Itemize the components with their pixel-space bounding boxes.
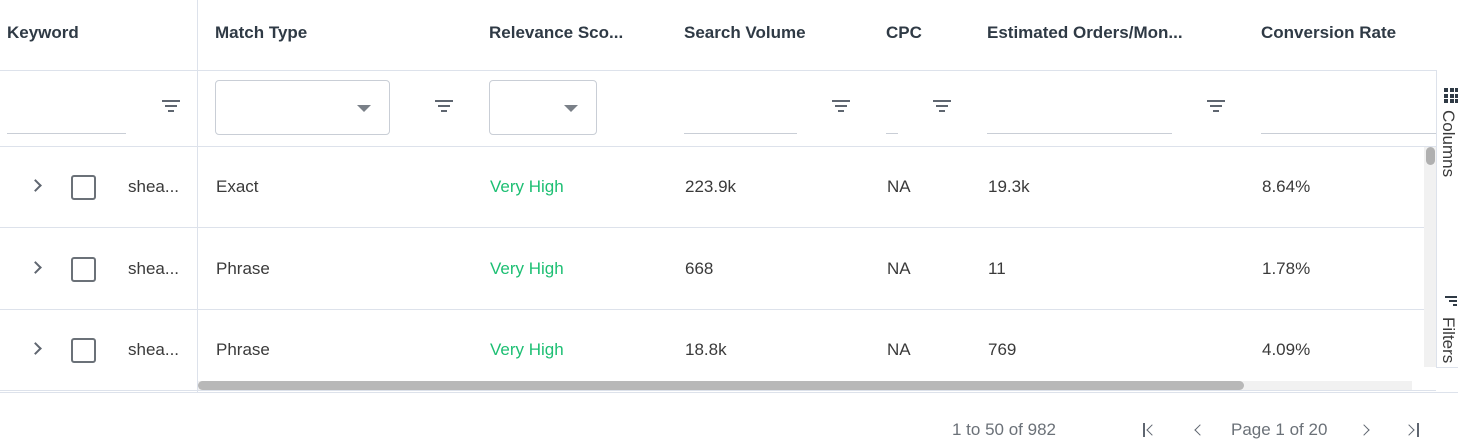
header-conversion-rate[interactable]: Conversion Rate [1261,0,1431,70]
cpc-cell: NA [887,259,911,278]
match-type-cell: Exact [216,177,259,196]
search-volume-filter-input[interactable] [684,71,797,134]
estimated-orders-cell: 19.3k [988,177,1030,196]
header-cpc[interactable]: CPC [886,0,946,70]
next-page-button[interactable] [1358,422,1376,440]
chevron-right-icon[interactable] [29,261,42,274]
row-count-summary: 1 to 50 of 982 [952,420,1056,439]
filters-panel-label: Filters [1439,317,1458,364]
filter-row [0,71,197,147]
table-row: shea... [0,229,197,310]
scrollable-columns: Match Type Relevance Sco... Search Volum… [198,0,1436,392]
next-page-icon [1358,424,1370,436]
previous-page-button[interactable] [1190,422,1208,440]
conversion-rate-cell: 8.64% [1262,177,1311,196]
pagination-bar: 1 to 50 of 982 Page 1 of 20 [0,392,1458,446]
header-row: Keyword [0,0,197,71]
keyword-cell: shea... [128,177,180,196]
search-volume-filter-icon[interactable] [832,100,850,114]
data-grid: Keyword shea... shea... shea... Match Ty… [0,0,1436,392]
conversion-rate-cell: 4.09% [1262,340,1311,359]
pinned-keyword-column: Keyword shea... shea... shea... [0,0,198,392]
header-search-volume[interactable]: Search Volume [684,0,844,70]
side-tool-bar: Columns Filters [1436,70,1458,368]
header-estimated-orders[interactable]: Estimated Orders/Mon... [987,0,1217,70]
filter-lines-icon [1445,296,1457,306]
match-type-filter-select[interactable] [215,80,390,135]
chevron-down-icon [564,105,578,112]
keyword-cell: shea... [128,259,180,278]
table-row: Phrase Very High 18.8k NA 769 4.09% [198,310,1436,391]
table-row: Phrase Very High 668 NA 11 1.78% [198,229,1436,310]
table-row: Exact Very High 223.9k NA 19.3k 8.64% [198,147,1436,228]
filter-row [198,71,1436,147]
cpc-cell: NA [887,340,911,359]
match-type-cell: Phrase [216,340,270,359]
estimated-orders-filter-icon[interactable] [1207,100,1225,114]
estimated-orders-cell: 11 [988,259,1006,278]
search-volume-cell: 18.8k [685,340,727,359]
horizontal-scrollbar-thumb[interactable] [198,381,1244,390]
keyword-filter-input[interactable] [7,71,126,134]
vertical-scrollbar-track[interactable] [1424,147,1436,367]
search-volume-cell: 668 [685,259,714,278]
last-page-button[interactable] [1403,422,1421,440]
chevron-right-icon[interactable] [29,342,42,355]
chevron-down-icon [357,105,371,112]
conversion-rate-filter-input[interactable] [1261,71,1436,134]
header-match-type[interactable]: Match Type [215,0,455,70]
match-type-cell: Phrase [216,259,270,278]
first-page-button[interactable] [1142,422,1160,440]
match-type-filter-icon[interactable] [435,100,453,114]
chevron-right-icon[interactable] [29,179,42,192]
keyword-filter-icon[interactable] [162,100,180,114]
filters-panel-button[interactable]: Filters [1437,285,1458,368]
conversion-rate-cell: 1.78% [1262,259,1311,278]
table-row: shea... [0,310,197,391]
estimated-orders-filter-input[interactable] [987,71,1172,134]
search-volume-cell: 223.9k [685,177,737,196]
vertical-scrollbar-thumb[interactable] [1426,147,1435,165]
row-checkbox[interactable] [71,175,96,200]
header-keyword[interactable]: Keyword [7,0,187,70]
row-checkbox[interactable] [71,338,96,363]
relevance-cell: Very High [490,340,564,359]
columns-panel-label: Columns [1439,110,1458,178]
previous-page-icon [1194,424,1206,436]
header-row: Match Type Relevance Sco... Search Volum… [198,0,1436,71]
last-page-icon [1403,424,1415,436]
keyword-cell: shea... [128,340,180,359]
columns-grid-icon [1444,88,1458,103]
cpc-filter-input[interactable] [886,71,898,134]
relevance-cell: Very High [490,259,564,278]
cpc-cell: NA [887,177,911,196]
page-indicator: Page 1 of 20 [1231,420,1328,439]
row-checkbox[interactable] [71,257,96,282]
table-row: shea... [0,147,197,228]
estimated-orders-cell: 769 [988,340,1017,359]
relevance-cell: Very High [490,177,564,196]
first-page-icon [1143,423,1145,437]
header-relevance-score[interactable]: Relevance Sco... [489,0,639,70]
cpc-filter-icon[interactable] [933,100,951,114]
columns-panel-button[interactable]: Columns [1437,70,1458,200]
relevance-filter-select[interactable] [489,80,597,135]
